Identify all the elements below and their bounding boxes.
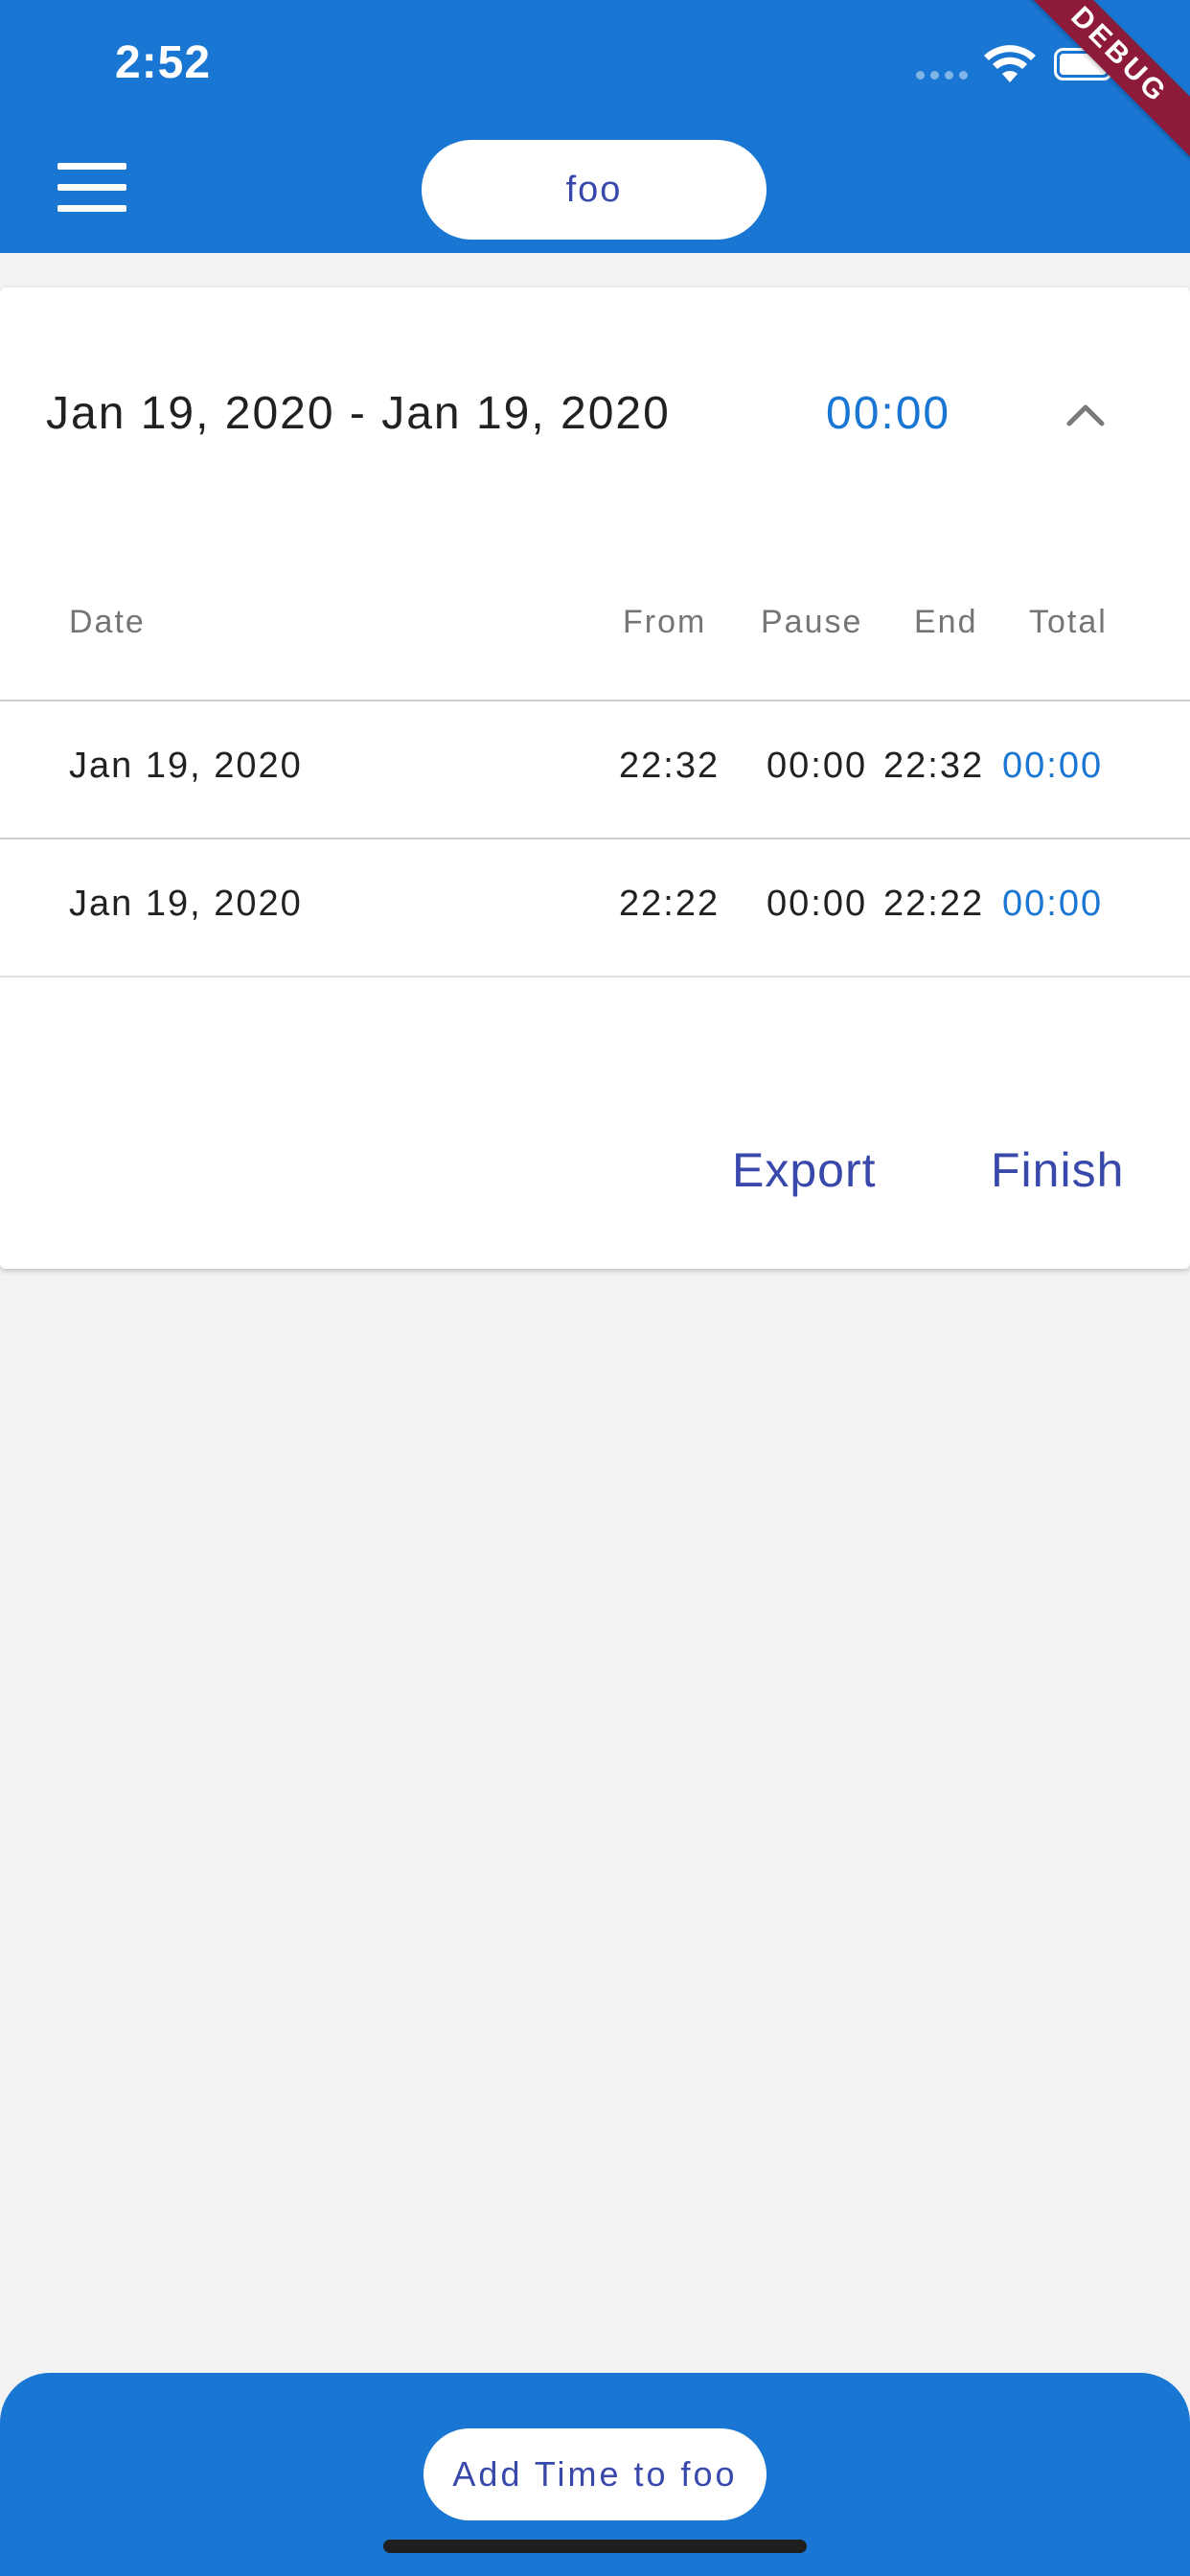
row-total: 00:00 [1002,746,1104,786]
row-from: 22:32 [619,746,721,786]
table-row[interactable]: Jan 19, 2020 22:32 00:00 22:32 00:00 [0,702,1190,838]
app-bar: 2:52 DEBUG foo [0,0,1190,253]
time-range-card: Jan 19, 2020 - Jan 19, 2020 00:00 Date F… [0,288,1190,1269]
column-header-pause: Pause [761,604,863,640]
row-date: Jan 19, 2020 [69,884,303,924]
bottom-bar: Add Time to foo [0,2373,1190,2576]
column-header-total: Total [1029,604,1108,640]
range-total: 00:00 [826,388,951,439]
column-header-from: From [623,604,707,640]
signal-icon [916,71,968,80]
divider [0,976,1190,978]
row-total: 00:00 [1002,884,1104,924]
export-button[interactable]: Export [732,1142,877,1198]
hamburger-menu-icon[interactable] [54,163,130,217]
finish-button[interactable]: Finish [991,1142,1124,1198]
project-selector-button[interactable]: foo [422,140,767,240]
row-pause: 00:00 [767,746,868,786]
range-header[interactable]: Jan 19, 2020 - Jan 19, 2020 00:00 [0,288,1190,537]
row-pause: 00:00 [767,884,868,924]
row-end: 22:22 [883,884,985,924]
column-header-end: End [914,604,978,640]
status-time: 2:52 [115,37,212,88]
row-date: Jan 19, 2020 [69,746,303,786]
wifi-icon [984,45,1036,82]
add-time-button[interactable]: Add Time to foo [423,2428,767,2520]
chevron-up-icon[interactable] [1064,395,1108,433]
range-title: Jan 19, 2020 - Jan 19, 2020 [46,388,671,439]
row-from: 22:22 [619,884,721,924]
column-header-date: Date [69,604,146,640]
home-indicator [383,2540,807,2553]
table-row[interactable]: Jan 19, 2020 22:22 00:00 22:22 00:00 [0,840,1190,976]
row-end: 22:32 [883,746,985,786]
